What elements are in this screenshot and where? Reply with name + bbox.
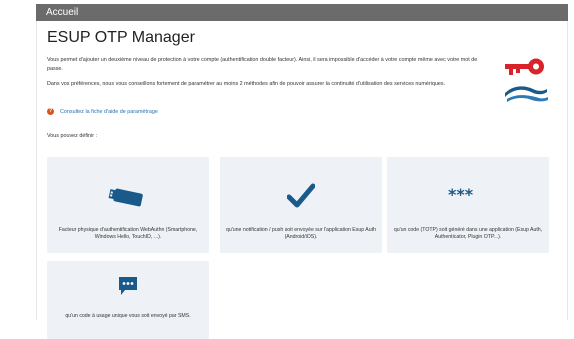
method-text: qu'un code (TOTP) soit généré dans une a…	[393, 227, 543, 240]
method-card-totp[interactable]: *** qu'un code (TOTP) soit généré dans u…	[387, 157, 549, 253]
sms-icon	[119, 277, 137, 295]
page-title: ESUP OTP Manager	[47, 29, 195, 46]
method-card-push[interactable]: qu'une notification / push soit envoyée …	[220, 157, 382, 253]
method-text: qu'une notification / push soit envoyée …	[226, 227, 376, 240]
method-text: qu'un code à usage unique vous soit envo…	[65, 313, 191, 319]
usb-key-icon	[108, 188, 143, 207]
question-icon: ?	[47, 108, 54, 115]
checkmark-icon	[287, 183, 315, 208]
help-link[interactable]: Consultez la fiche d'aide de paramétrage	[60, 109, 158, 115]
intro-paragraph-2: Dans vos préférences, nous vous conseill…	[47, 81, 446, 87]
svg-text:***: ***	[448, 187, 474, 201]
intro-paragraph-1: Vous permet d'ajouter un deuxième niveau…	[47, 57, 478, 72]
wave-logo-icon	[505, 86, 548, 102]
method-card-webauthn[interactable]: Facteur physique d'authentification WebA…	[47, 157, 209, 253]
top-navigation-bar: Accueil	[36, 4, 568, 21]
main-content: ESUP OTP Manager Vous permet d'ajouter u…	[36, 21, 568, 339]
breadcrumb-home[interactable]: Accueil	[46, 7, 78, 18]
define-label: Vous pouvez définir :	[47, 133, 98, 139]
key-logo-icon	[505, 58, 544, 75]
help-link-row[interactable]: ? Consultez la fiche d'aide de paramétra…	[47, 108, 158, 115]
method-text: Facteur physique d'authentification WebA…	[58, 227, 198, 240]
method-card-sms[interactable]: qu'un code à usage unique vous soit envo…	[47, 261, 209, 339]
asterisks-icon: ***	[448, 187, 474, 201]
